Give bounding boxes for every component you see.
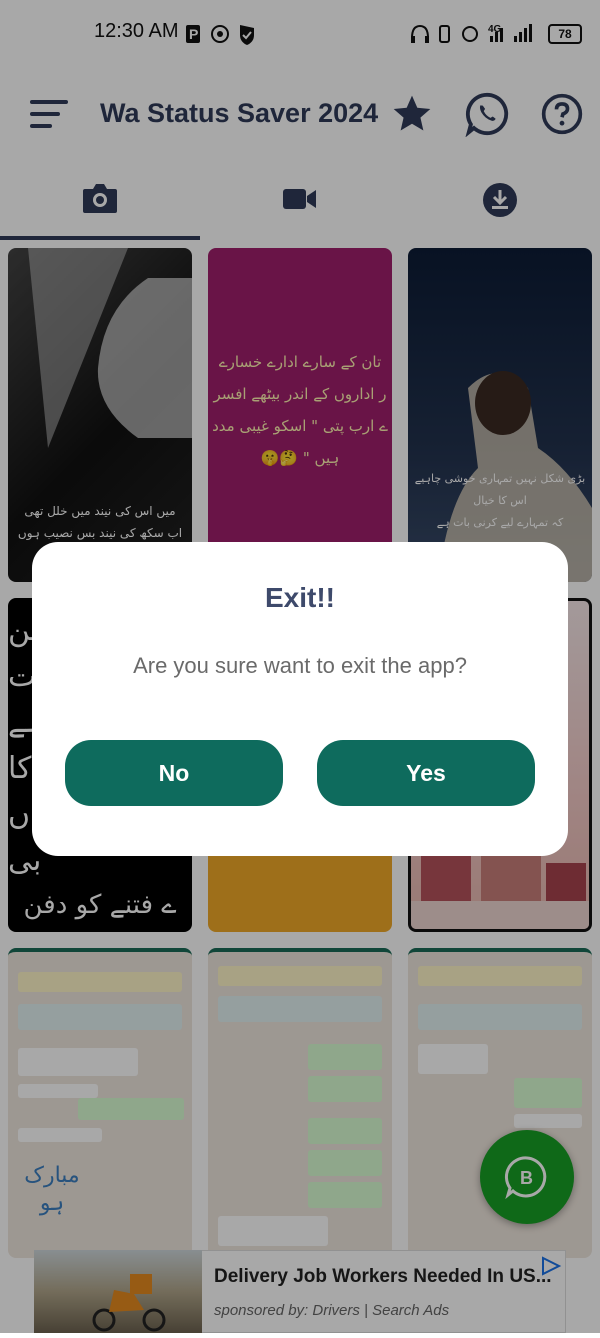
dialog-message: Are you sure want to exit the app? (133, 653, 467, 678)
dialog-title: Exit!! (265, 582, 335, 613)
yes-button[interactable]: Yes (317, 740, 535, 806)
no-button[interactable]: No (65, 740, 283, 806)
